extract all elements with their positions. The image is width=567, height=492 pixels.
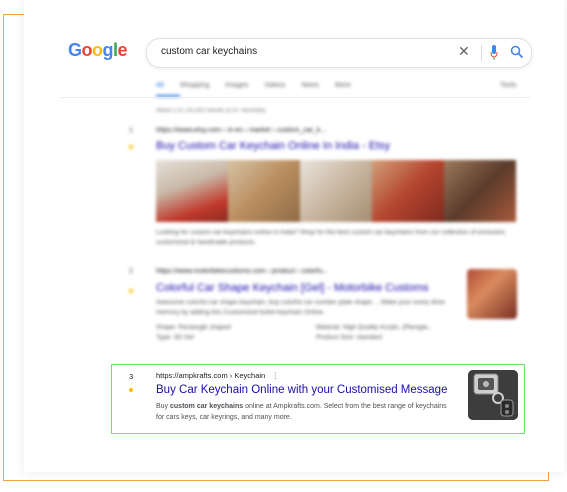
result-title-link[interactable]: Buy Car Keychain Online with your Custom… [156, 384, 447, 396]
result-attribute: Shape: Rectangle shaped [156, 324, 231, 331]
result-url[interactable]: https://www.etsy.com › in-en › market › … [156, 127, 326, 134]
result-image-strip[interactable] [156, 160, 516, 222]
google-logo[interactable]: Google [68, 40, 128, 61]
result-attribute: Product Size: standard [316, 334, 382, 341]
search-box[interactable]: custom car keychains ✕ [146, 38, 532, 68]
more-options-icon[interactable]: ⋮ [271, 371, 279, 380]
result-image[interactable] [156, 160, 228, 222]
result-image[interactable] [372, 160, 444, 222]
keychain-image [468, 370, 518, 420]
tab-images[interactable]: Images [225, 82, 248, 89]
snippet-keyword: custom car keychains [170, 403, 244, 410]
rank-dot [129, 289, 133, 293]
logo-letter: e [117, 40, 128, 60]
rank-dot [129, 145, 133, 149]
result-stats: About 2,47,00,000 results (0.47 seconds) [156, 108, 266, 114]
logo-letter: G [68, 40, 82, 60]
tab-shopping[interactable]: Shopping [180, 82, 210, 89]
tab-videos[interactable]: Videos [264, 82, 285, 89]
tab-more[interactable]: More [335, 82, 351, 89]
close-icon[interactable]: ✕ [458, 43, 470, 60]
result-image[interactable] [444, 160, 516, 222]
result-snippet: Buy custom car keychains online at Ampkr… [156, 401, 456, 423]
tools-button[interactable]: Tools [500, 82, 516, 89]
rank-dot [129, 388, 133, 392]
result-attribute: Type: 3D Gel [156, 334, 194, 341]
logo-letter: o [81, 40, 93, 60]
result-url[interactable]: https://www.motorbikecustoms.com › produ… [156, 268, 328, 275]
frame-line-top [3, 14, 25, 15]
search-tabs: All Shopping Images Videos News More [156, 82, 365, 89]
result-thumbnail[interactable] [467, 269, 517, 319]
frame-line-left [3, 14, 4, 481]
result-rank: 3 [129, 372, 134, 381]
result-snippet: Looking for custom car keychains online … [156, 229, 507, 246]
snippet-text: Buy [156, 403, 171, 410]
tab-all[interactable]: All [156, 82, 164, 89]
result-url-text: https://ampkrafts.com › Keychain [156, 371, 266, 380]
logo-letter: g [102, 40, 114, 60]
search-icon[interactable] [510, 45, 524, 59]
result-title-link[interactable]: Buy Custom Car Keychain Online In India … [156, 140, 390, 152]
result-rank: 2 [129, 268, 133, 275]
result-snippet: Awesome colorful car shape keychain, buy… [156, 299, 445, 316]
result-attribute: Material: High Quality Acrylic, (Plexigl… [316, 324, 433, 331]
icon-divider [481, 45, 482, 61]
result-image[interactable] [300, 160, 372, 222]
search-input[interactable]: custom car keychains [161, 46, 257, 57]
logo-letter: o [92, 40, 103, 60]
tab-news[interactable]: News [301, 82, 319, 89]
frame-line-bottom [3, 480, 549, 481]
result-url[interactable]: https://ampkrafts.com › Keychain ⋮ [156, 371, 279, 380]
result-title-link[interactable]: Colorful Car Shape Keychain [Gel] - Moto… [156, 282, 429, 294]
result-thumbnail[interactable] [468, 370, 518, 420]
tabs-divider [60, 97, 530, 98]
result-image[interactable] [228, 160, 300, 222]
microphone-icon[interactable] [490, 45, 498, 61]
result-rank: 1 [129, 127, 133, 134]
